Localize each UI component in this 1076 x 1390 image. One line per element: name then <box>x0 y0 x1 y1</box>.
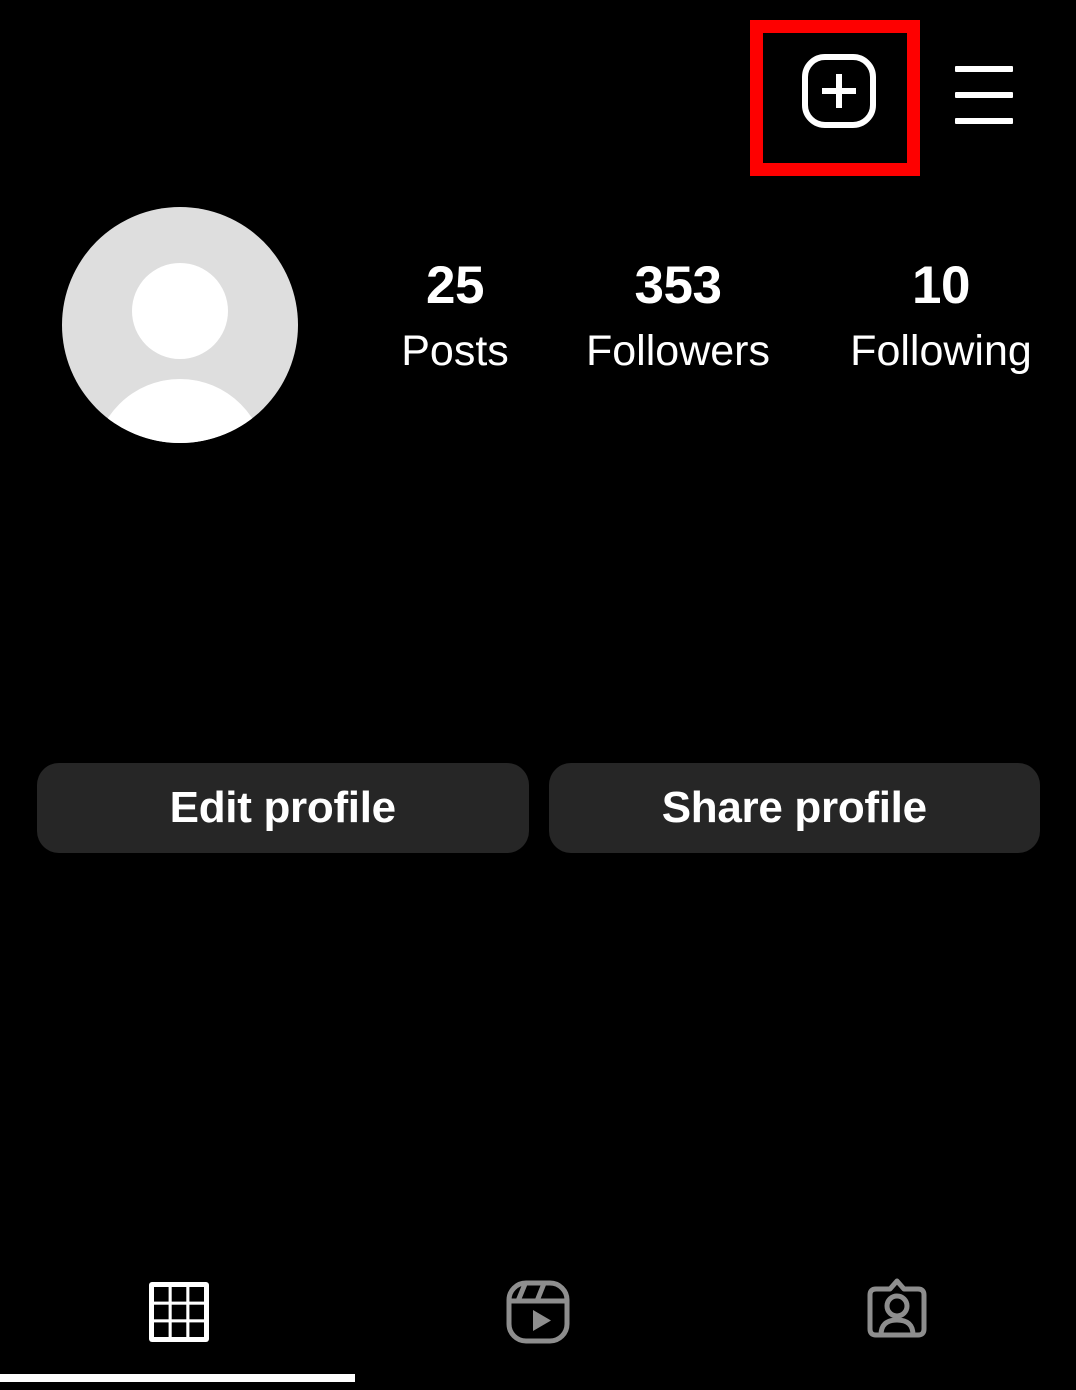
plus-square-icon <box>800 52 878 130</box>
stat-posts[interactable]: 25 Posts <box>380 255 530 379</box>
tab-tagged[interactable] <box>717 1262 1076 1362</box>
menu-button[interactable] <box>952 60 1016 124</box>
default-avatar-shoulders <box>94 379 266 443</box>
stat-following-value: 10 <box>912 255 970 317</box>
tab-posts-grid[interactable] <box>0 1262 359 1362</box>
stat-followers[interactable]: 353 Followers <box>563 255 793 379</box>
profile-content-tabs <box>0 1262 1076 1362</box>
create-button[interactable] <box>800 52 878 130</box>
edit-profile-button[interactable]: Edit profile <box>37 763 529 853</box>
instagram-profile-screen: 25 Posts 353 Followers 10 Following Edit… <box>0 0 1076 1390</box>
stat-followers-value: 353 <box>635 255 722 317</box>
stat-posts-label: Posts <box>401 323 509 379</box>
profile-header: 25 Posts 353 Followers 10 Following <box>0 195 1076 475</box>
top-bar <box>0 0 1076 195</box>
stat-followers-label: Followers <box>586 323 770 379</box>
tagged-icon <box>862 1277 932 1347</box>
default-avatar-head <box>132 263 228 359</box>
home-indicator <box>0 1374 355 1382</box>
grid-icon <box>147 1280 211 1344</box>
stat-following[interactable]: 10 Following <box>826 255 1056 379</box>
profile-action-buttons: Edit profile Share profile <box>37 763 1040 853</box>
stat-posts-value: 25 <box>426 255 484 317</box>
profile-stats: 25 Posts 353 Followers 10 Following <box>380 255 1056 379</box>
tab-reels[interactable] <box>359 1262 718 1362</box>
stat-following-label: Following <box>850 323 1032 379</box>
reels-icon <box>503 1277 573 1347</box>
avatar[interactable] <box>62 207 298 443</box>
share-profile-button[interactable]: Share profile <box>549 763 1041 853</box>
